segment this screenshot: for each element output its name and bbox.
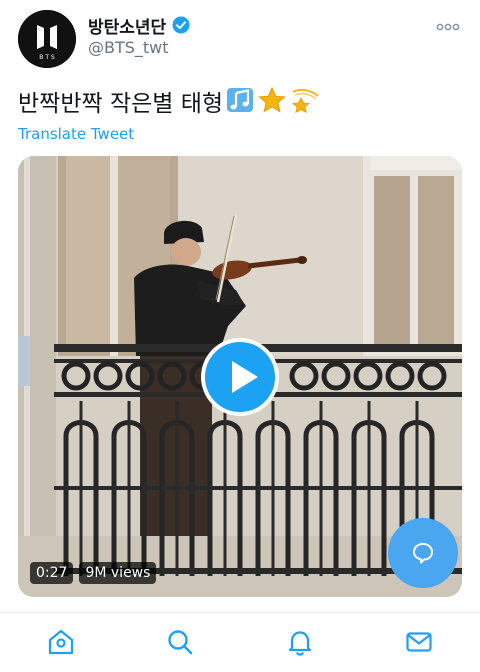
video-views: 9M views (79, 562, 157, 584)
video-duration: 0:27 (30, 562, 74, 584)
star-icon (257, 86, 287, 122)
bts-logo-icon: B T S (18, 10, 76, 68)
search-icon (168, 630, 193, 655)
nav-messages[interactable] (404, 627, 434, 657)
display-name[interactable]: 방탄소년단 (88, 13, 166, 38)
mail-icon (406, 632, 432, 652)
music-notes-icon (225, 86, 255, 122)
user-handle[interactable]: @BTS_twt (88, 38, 169, 57)
home-icon (48, 629, 74, 655)
video-meta: 0:27 9M views (30, 562, 157, 584)
bell-icon (288, 631, 312, 656)
name-row: 방탄소년단 (88, 13, 190, 38)
more-dots-icon[interactable] (436, 18, 460, 31)
tweet-header: B T S 방탄소년단 @BTS_twt (0, 0, 480, 78)
compose-reply-icon (413, 543, 433, 564)
avatar-text: B T S (39, 54, 55, 61)
tweet-page: B T S 방탄소년단 @BTS_twt 반짝반짝 작은별 태형 Transla… (0, 0, 480, 672)
avatar[interactable]: B T S (18, 10, 76, 68)
translate-tweet-link[interactable]: Translate Tweet (18, 125, 134, 143)
nav-notifications[interactable] (285, 627, 315, 657)
tweet-text-body: 반짝반짝 작은별 태형 (18, 91, 224, 117)
play-icon (232, 361, 258, 393)
verified-badge-icon (172, 16, 190, 34)
play-button[interactable] (201, 338, 279, 416)
bottom-nav (0, 612, 480, 672)
tweet-text: 반짝반짝 작은별 태형 (18, 86, 321, 122)
dizzy-star-icon (289, 86, 321, 122)
compose-reply-button[interactable] (388, 518, 458, 588)
nav-home[interactable] (46, 627, 76, 657)
nav-search[interactable] (165, 627, 195, 657)
